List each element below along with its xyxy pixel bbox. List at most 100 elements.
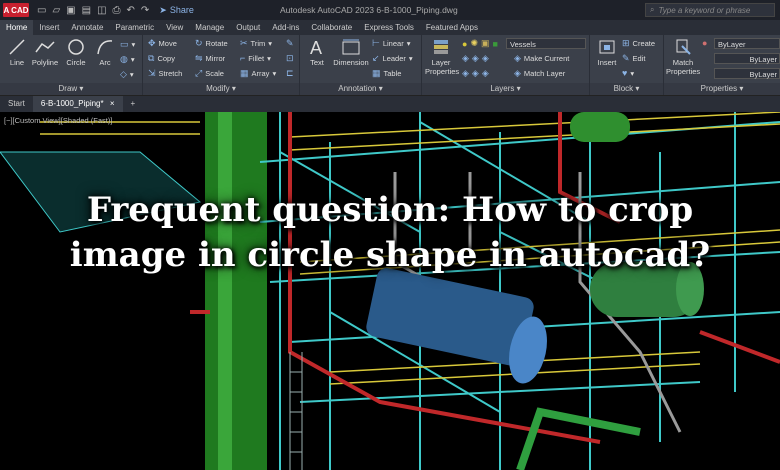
layer-properties-button[interactable]: Layer Properties [425,38,459,76]
explode-icon[interactable]: ⊡ [286,53,294,64]
create-label: Create [632,39,656,48]
print-icon[interactable]: ⎙ [113,5,121,16]
tab-express-tools[interactable]: Express Tools [358,20,420,35]
stretch-button[interactable]: ⇲ Stretch [148,68,182,79]
modify-panel-title[interactable]: Modify ▾ [143,83,299,95]
attribute-icon[interactable]: ♥ ▾ [622,68,634,78]
insert-button[interactable]: Insert [592,38,622,67]
arc-button[interactable]: Arc [90,38,120,67]
lock-icon[interactable]: ▣ [481,38,490,49]
table-button[interactable]: ▦ Table [372,68,401,79]
edit-button[interactable]: ✎ Edit [622,53,645,64]
text-button[interactable]: A Text [302,38,332,67]
insert-block-icon [599,40,615,54]
tab-collaborate[interactable]: Collaborate [305,20,358,35]
tab-annotate[interactable]: Annotate [65,20,109,35]
erase-icon[interactable]: ✎ [286,38,294,49]
annotation-panel-title[interactable]: Annotation ▾ [300,83,421,95]
fillet-button[interactable]: ⌐ Fillet ▾ [240,53,271,63]
drawing-viewport[interactable] [0,112,780,470]
share-button[interactable]: ➤ Share [159,5,194,16]
array-button[interactable]: ▦ Array ▾ [240,68,276,79]
search-icon: ⌕ [650,5,655,14]
rotate-button[interactable]: ↻ Rotate [195,38,228,49]
save-as-icon[interactable]: ▤ [82,5,91,16]
layer-off-icon[interactable]: ◈ [462,53,469,64]
tab-add-ins[interactable]: Add-ins [266,20,305,35]
create-block-icon: ⊞ [622,38,630,48]
layer-tool-icons-row2: ◈ ◈ ◈ [462,68,489,79]
linear-button[interactable]: ⊢ Linear ▾ [372,38,410,49]
circle-button[interactable]: Circle [61,38,91,67]
make-current-button[interactable]: ◈ Make Current [514,53,569,64]
search-input[interactable]: ⌕ Type a keyword or phrase [645,3,775,17]
trim-button[interactable]: ✂ Trim ▾ [240,38,272,49]
new-tab-button[interactable]: + [123,96,144,112]
mirror-button[interactable]: ⇋ Mirror [195,53,225,64]
copy-label: Copy [157,54,175,63]
color-dropdown[interactable]: ByLayer [714,38,780,49]
linear-label: Linear [382,39,404,48]
drawing-tab-label: 6-B-1000_Piping* [40,99,104,108]
hatch-icon[interactable]: ◍ ▾ [120,54,135,65]
match-layer-button[interactable]: ◈ Match Layer [514,68,565,79]
layer-isolate-icon[interactable]: ◈ [472,53,479,64]
layers-panel-title[interactable]: Layers ▾ [422,83,589,95]
text-label: Text [310,58,324,67]
layers-panel-title-text: Layers [490,84,515,93]
region-icon[interactable]: ◇ ▾ [120,69,134,80]
rectangle-icon[interactable]: ▭ ▾ [120,39,135,50]
close-tab-icon[interactable]: × [110,99,115,108]
mirror-label: Mirror [205,54,226,63]
autocad-logo[interactable]: A CAD [3,3,29,17]
copy-button[interactable]: ⧉ Copy [148,53,175,64]
create-button[interactable]: ⊞ Create [622,38,655,49]
layer-lock-icon[interactable]: ◈ [462,68,469,79]
search-placeholder: Type a keyword or phrase [658,5,751,15]
scale-button[interactable]: ⤢ Scale [195,68,224,79]
match-properties-button[interactable]: Match Properties [666,38,700,76]
start-tab[interactable]: Start [0,96,33,112]
edit-label: Edit [632,54,646,63]
viewport-controls[interactable]: [−][Custom View][Shaded (Fast)] [4,116,112,125]
drawing-tab[interactable]: 6-B-1000_Piping* × [32,96,123,112]
properties-panel-title-text: Properties [700,84,738,93]
tab-insert[interactable]: Insert [33,20,65,35]
undo-icon[interactable]: ↶ [127,5,135,16]
tab-home[interactable]: Home [0,20,34,35]
circle-icon [68,39,84,55]
tab-view[interactable]: View [160,20,189,35]
lightbulb-icon[interactable]: ● [462,39,467,49]
sun-icon[interactable]: ✺ [470,38,478,49]
text-icon: A [310,38,322,56]
block-panel-title[interactable]: Block ▾ [590,83,663,95]
layer-walk-icon[interactable]: ◈ [482,68,489,79]
offset-icon[interactable]: ⊏ [286,68,294,79]
modify-panel: ✥ Move ↻ Rotate ✂ Trim ▾ ⧉ Copy ⇋ Mirror ⌐ Fil… [143,35,300,95]
circle-label: Circle [66,58,86,67]
tab-output[interactable]: Output [230,20,266,35]
dimension-label: Dimension [333,58,369,67]
leader-button[interactable]: ↙ Leader ▾ [372,53,413,64]
tab-parametric[interactable]: Parametric [109,20,160,35]
line-button[interactable]: Line [2,38,32,67]
linetype-dropdown[interactable]: ByLayer [714,68,780,79]
tab-featured-apps[interactable]: Featured Apps [420,20,484,35]
draw-panel-title[interactable]: Draw ▾ [0,83,142,95]
lineweight-dropdown[interactable]: ByLayer [714,53,780,64]
new-file-icon[interactable]: ▭ [37,5,46,16]
tab-manage[interactable]: Manage [189,20,230,35]
redo-icon[interactable]: ↷ [141,5,149,16]
polyline-button[interactable]: Polyline [30,38,60,67]
layer-dropdown[interactable]: Vessels [506,38,586,49]
dimension-button[interactable]: Dimension [332,38,370,67]
layer-freeze-icon[interactable]: ◈ [482,53,489,64]
match-layer-label: Match Layer [523,69,566,78]
save-icon[interactable]: ▣ [66,5,75,16]
move-button[interactable]: ✥ Move [148,38,177,49]
properties-panel-title[interactable]: Properties ▾ [664,83,780,95]
web-icon[interactable]: ◫ [97,5,106,16]
layer-unlock-icon[interactable]: ◈ [472,68,479,79]
open-folder-icon[interactable]: ▱ [52,5,60,16]
title-bar: A CAD ▭ ▱ ▣ ▤ ◫ ⎙ ↶ ↷ ➤ Share Autodesk A… [0,0,780,20]
